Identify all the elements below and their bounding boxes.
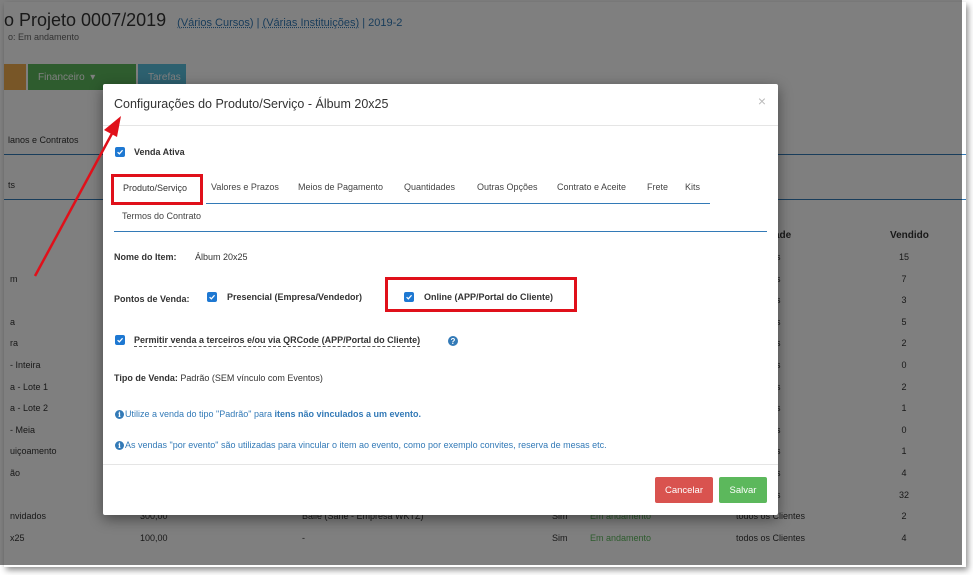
annotation-arrow-icon (33, 116, 121, 277)
